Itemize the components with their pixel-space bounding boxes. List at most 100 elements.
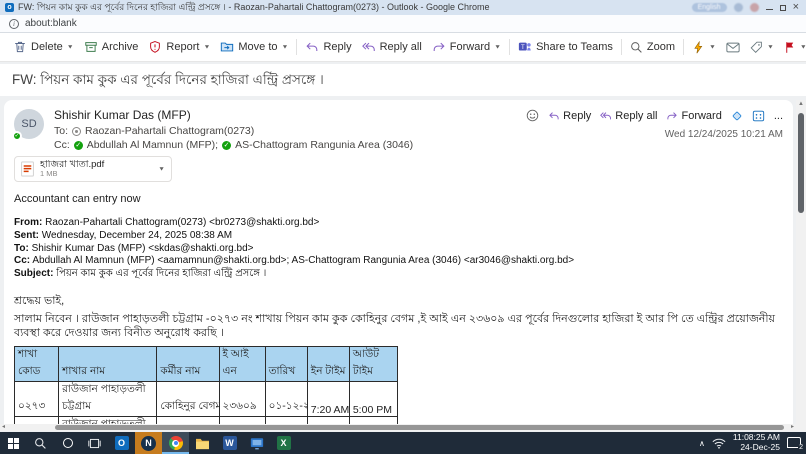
taskbar-clock[interactable]: 11:08:25 AM 24-Dec-25 [733, 433, 780, 453]
archive-button[interactable]: Archive [79, 37, 144, 57]
profile-avatar-icon[interactable] [750, 3, 759, 12]
extension-icon[interactable] [734, 3, 743, 12]
col-header: ই আই এন [219, 346, 265, 381]
apps-grid-icon[interactable] [752, 110, 765, 122]
chevron-down-icon: ▼ [709, 44, 716, 50]
language-pill[interactable]: English [692, 3, 727, 12]
scroll-left-arrow-icon[interactable]: ◂ [2, 424, 5, 431]
chevron-down-icon: ▼ [282, 44, 289, 50]
file-explorer-icon [195, 437, 210, 450]
tray-date: 24-Dec-25 [733, 443, 780, 453]
cell-date: ০২-১২-২৫ [265, 416, 307, 424]
outlook-icon: O [115, 436, 129, 450]
scroll-right-arrow-icon[interactable]: ▸ [791, 424, 794, 431]
horizontal-scroll-thumb[interactable] [55, 425, 784, 430]
scroll-up-arrow-icon[interactable]: ▲ [798, 101, 804, 107]
taskbar-monitor-app-button[interactable] [243, 432, 270, 454]
body-note: Accountant can entry now [14, 193, 783, 205]
envelope-icon [726, 41, 740, 54]
reply-all-button[interactable]: Reply all [600, 110, 657, 122]
categorize-button[interactable]: ▼ [745, 38, 779, 57]
horizontal-scrollbar[interactable]: ◂ ▸ [0, 424, 806, 431]
quoted-sent-line: Sent: Wednesday, December 24, 2025 08:38… [14, 230, 783, 243]
outlook-favicon-icon: o [5, 3, 14, 12]
more-actions-icon[interactable]: ... [774, 110, 783, 122]
share-to-teams-button[interactable]: T Share to Teams [513, 37, 618, 57]
forward-button[interactable]: Forward▼ [427, 37, 506, 57]
vertical-scroll-thumb[interactable] [798, 113, 804, 213]
to-recipient[interactable]: Raozan-Pahartali Chattogram(0273) [85, 125, 254, 137]
taskbar-file-explorer-button[interactable] [189, 432, 216, 454]
notification-center-button[interactable]: 2 [787, 437, 801, 450]
attachment-size: 1 MB [40, 170, 152, 178]
cell-employee-name: কোহিনুর বেগম [157, 381, 219, 416]
verified-check-icon: ✓ [74, 141, 83, 150]
tag-icon [750, 41, 763, 54]
taskbar-nikash-button[interactable]: N [135, 432, 162, 454]
quoted-to-line: To: Shishir Kumar Das (MFP) <skdas@shakt… [14, 243, 783, 256]
chevron-down-icon: ▼ [67, 44, 74, 50]
folder-move-icon [220, 40, 234, 54]
delete-button[interactable]: Delete▼ [8, 37, 79, 57]
forward-icon [666, 110, 678, 122]
vertical-scrollbar[interactable]: ▲ [796, 100, 806, 424]
forward-icon [432, 40, 446, 54]
trash-icon [13, 40, 27, 54]
cortana-icon [63, 438, 73, 448]
cc-recipient[interactable]: Abdullah Al Mamnun (MFP); [87, 139, 218, 151]
attachment-meta: হাজিরা খাতা.pdf 1 MB [40, 160, 152, 179]
forward-button[interactable]: Forward [666, 110, 721, 122]
minimize-icon[interactable] [766, 5, 773, 10]
close-icon[interactable]: × [793, 3, 799, 12]
reactions-smiley-icon[interactable] [526, 109, 539, 122]
cc-label: Cc: [54, 139, 70, 151]
attachment-chip[interactable]: হাজিরা খাতা.pdf 1 MB ▼ [14, 156, 172, 182]
taskbar-word-button[interactable]: W [216, 432, 243, 454]
chrome-icon [169, 436, 183, 450]
cell-in-time: 7:20 AM [307, 381, 349, 416]
message-header: SD ✓ Shishir Kumar Das (MFP) To: Raozan-… [14, 107, 783, 153]
hidden-icons-chevron-icon[interactable]: ∧ [699, 439, 705, 448]
cortana-button[interactable] [54, 432, 81, 454]
message-card: SD ✓ Shishir Kumar Das (MFP) To: Raozan-… [4, 100, 793, 424]
taskbar-search-button[interactable] [27, 432, 54, 454]
start-button[interactable] [0, 432, 27, 454]
maximize-icon[interactable] [780, 5, 786, 11]
col-header: শাখা কোড [15, 346, 59, 381]
wifi-icon[interactable] [712, 438, 726, 449]
report-button[interactable]: Report▼ [143, 37, 215, 57]
verified-check-icon: ✓ [222, 141, 231, 150]
distribution-list-icon [72, 127, 81, 136]
read-unread-button[interactable] [721, 38, 745, 57]
reply-button[interactable]: Reply [548, 110, 591, 122]
url-text[interactable]: about:blank [25, 18, 77, 29]
taskbar-outlook-button[interactable]: O [108, 432, 135, 454]
cell-branch-name: রাউজান পাহাড়তলী চট্টগ্রাম [59, 416, 157, 424]
flag-button[interactable]: ▼ [779, 38, 806, 57]
move-to-button[interactable]: Move to▼ [215, 37, 293, 57]
page-info-icon[interactable]: i [9, 19, 19, 29]
presence-available-icon: ✓ [12, 131, 22, 141]
reply-all-icon [362, 40, 376, 54]
loop-diamond-icon[interactable] [731, 110, 743, 122]
avatar[interactable]: SD ✓ [14, 109, 44, 139]
quick-steps-button[interactable]: ▼ [687, 38, 721, 57]
window-controls: English × [692, 3, 801, 12]
body-greeting: শ্রদ্ধেয় ভাই, [14, 292, 783, 311]
shield-icon [148, 40, 162, 54]
reply-all-button[interactable]: Reply all [357, 37, 427, 57]
taskbar-chrome-button[interactable] [162, 432, 189, 454]
attachment-dropdown-icon[interactable]: ▼ [158, 166, 165, 172]
toolbar-divider [509, 39, 510, 55]
cc-recipient[interactable]: AS-Chattogram Rangunia Area (3046) [235, 139, 413, 151]
task-view-button[interactable] [81, 432, 108, 454]
zoom-button[interactable]: Zoom [625, 38, 680, 57]
cell-out-time: 5:00 PM [349, 416, 397, 424]
window-title: FW: পিয়ন কাম কুক এর পূর্বের দিনের হাজির… [18, 0, 688, 15]
taskbar-excel-button[interactable]: X [270, 432, 297, 454]
reply-button[interactable]: Reply [300, 37, 356, 57]
cell-branch-code: ০২৭৩ [15, 381, 59, 416]
excel-icon: X [277, 436, 291, 450]
windows-taskbar: O N W X ∧ 11:08:25 AM 24-Dec-25 2 [0, 432, 806, 454]
chevron-down-icon: ▼ [203, 44, 210, 50]
